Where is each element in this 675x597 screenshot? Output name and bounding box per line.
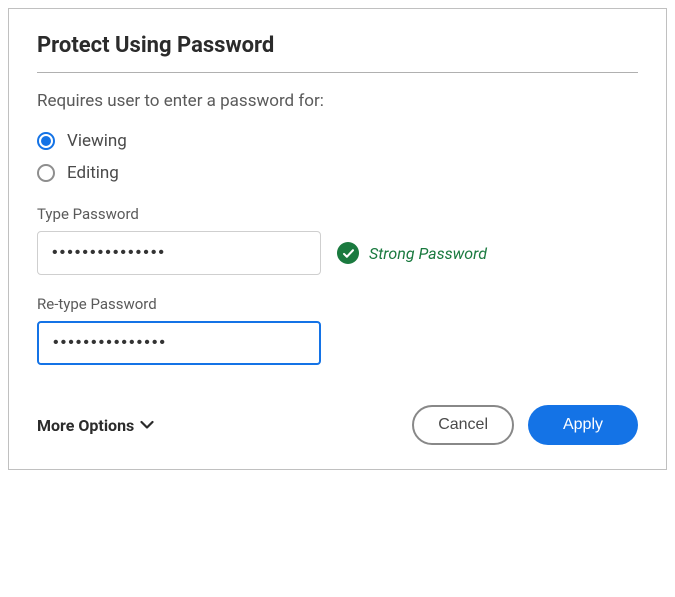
password-strength-indicator: Strong Password — [337, 242, 487, 264]
dialog-description: Requires user to enter a password for: — [37, 91, 638, 111]
check-icon — [337, 242, 359, 264]
radio-viewing-label: Viewing — [67, 131, 127, 151]
type-password-input[interactable] — [37, 231, 321, 275]
strength-text: Strong Password — [369, 244, 487, 263]
radio-editing-label: Editing — [67, 163, 119, 183]
divider — [37, 72, 638, 73]
retype-password-label: Re-type Password — [37, 295, 638, 313]
radio-editing[interactable]: Editing — [37, 163, 638, 183]
cancel-button[interactable]: Cancel — [412, 405, 514, 445]
dialog-footer: More Options Cancel Apply — [37, 405, 638, 445]
radio-viewing[interactable]: Viewing — [37, 131, 638, 151]
type-password-row: Strong Password — [37, 231, 638, 275]
retype-password-input[interactable] — [37, 321, 321, 365]
protect-password-dialog: Protect Using Password Requires user to … — [8, 8, 667, 470]
retype-password-row — [37, 321, 638, 365]
chevron-down-icon — [140, 420, 154, 430]
radio-icon — [37, 132, 55, 150]
type-password-label: Type Password — [37, 205, 638, 223]
more-options-label: More Options — [37, 416, 134, 435]
dialog-title: Protect Using Password — [37, 33, 638, 58]
radio-icon — [37, 164, 55, 182]
protection-mode-group: Viewing Editing — [37, 131, 638, 183]
button-group: Cancel Apply — [412, 405, 638, 445]
more-options-toggle[interactable]: More Options — [37, 416, 154, 435]
apply-button[interactable]: Apply — [528, 405, 638, 445]
